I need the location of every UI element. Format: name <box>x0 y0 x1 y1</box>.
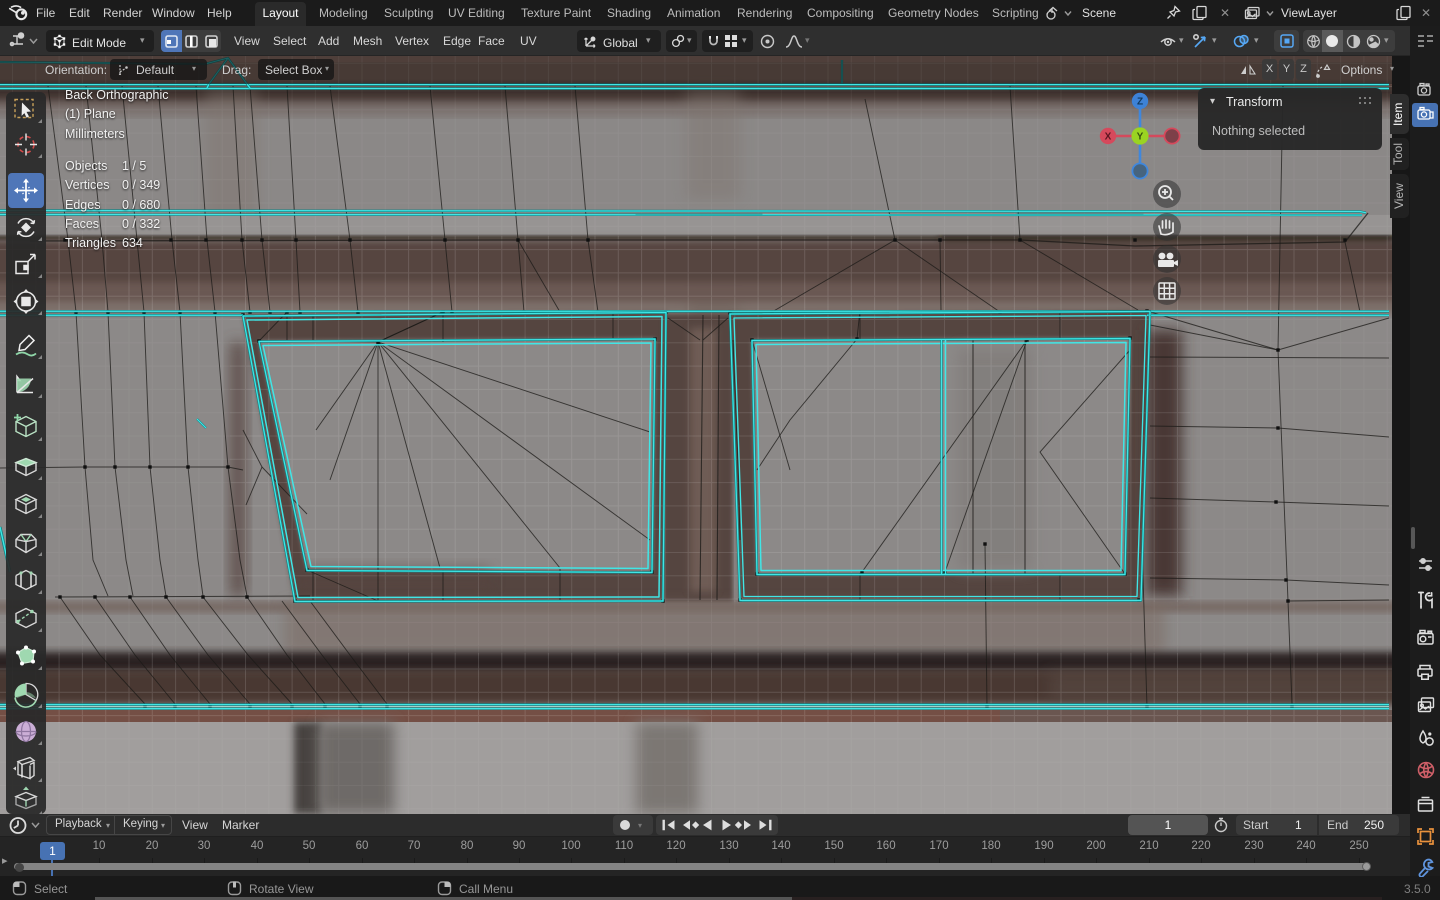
svg-text:Z: Z <box>1137 97 1143 108</box>
svg-text:X: X <box>1105 132 1112 143</box>
svg-text:Y: Y <box>1137 132 1144 143</box>
